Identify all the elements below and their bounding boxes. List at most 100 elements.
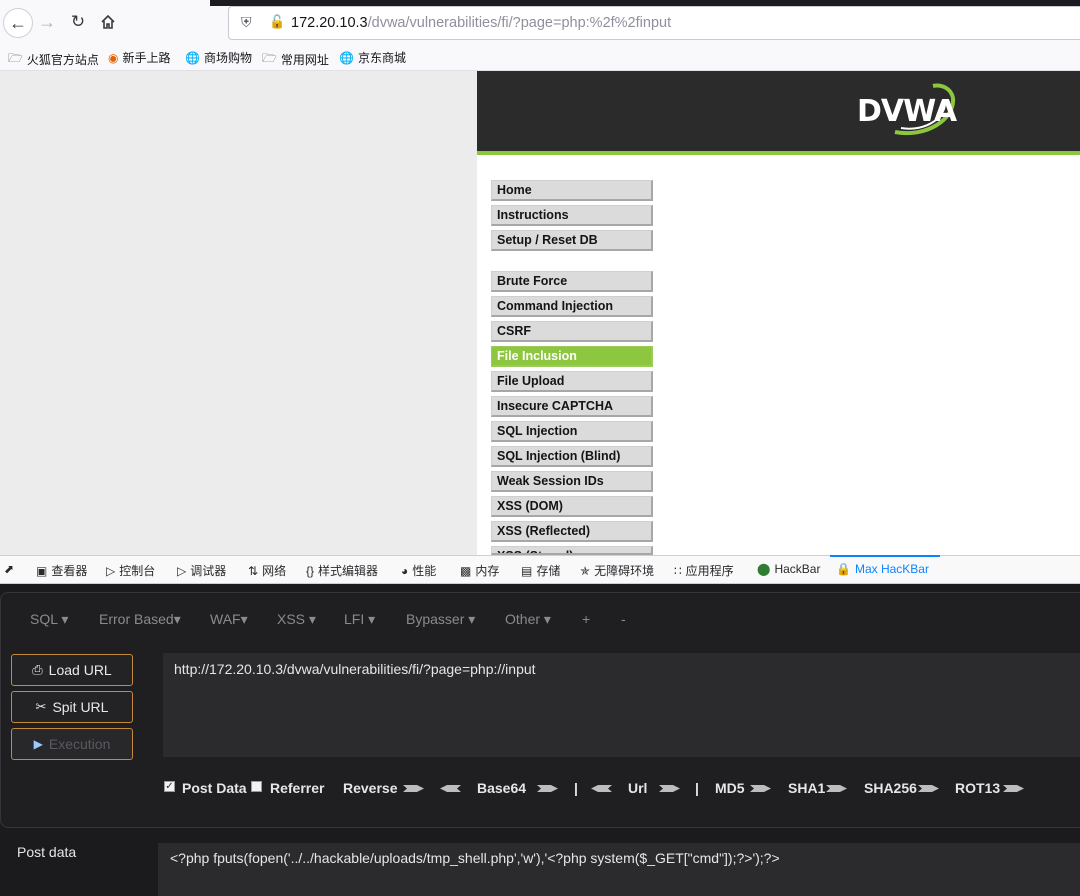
url-encode-label: Url xyxy=(628,780,648,796)
tab-hackbar[interactable]: ⬤ HackBar xyxy=(757,562,820,576)
menu-sql-injection[interactable]: SQL Injection xyxy=(491,421,653,442)
reverse-button[interactable]: Reverse xyxy=(343,780,398,796)
menu-instructions[interactable]: Instructions xyxy=(491,205,653,226)
address-bar[interactable]: ⛨ 🔓 172.20.10.3/dvwa/vulnerabilities/fi/… xyxy=(228,6,1080,40)
encode-arrow-icon[interactable] xyxy=(403,783,425,794)
tab-debugger[interactable]: ▷ 调试器 xyxy=(177,562,226,579)
dvwa-logo: DVWA xyxy=(855,80,965,144)
tab-max-hackbar[interactable]: 🔒 Max HacKBar xyxy=(836,562,929,576)
forward-arrow-icon[interactable]: → xyxy=(33,8,61,36)
printer-icon: ⎙ xyxy=(32,662,43,677)
tab-storage[interactable]: ▤ 存储 xyxy=(521,562,560,579)
shield-icon[interactable]: ⛨ xyxy=(241,14,252,31)
bookmark-item[interactable]: ◉ 新手上路 xyxy=(108,49,171,66)
sha256-arrow-icon[interactable] xyxy=(918,783,940,794)
storage-icon: ▤ xyxy=(521,563,533,578)
url-encode-icon[interactable] xyxy=(659,783,681,794)
menu-brute-force[interactable]: Brute Force xyxy=(491,271,653,292)
menu-setup-reset-db[interactable]: Setup / Reset DB xyxy=(491,230,653,251)
decode-arrow-icon[interactable] xyxy=(440,783,462,794)
menu-error-based[interactable]: Error Based▾ xyxy=(99,611,181,628)
url-path: /dvwa/vulnerabilities/fi/?page=php:%2f%2… xyxy=(367,15,672,31)
reload-icon[interactable]: ↻ xyxy=(64,8,92,36)
devtools-tabbar: ⬈ ▣ 查看器 ▷ 控制台 ▷ 调试器 ⇅ 网络 {} 样式编辑器 ◕ 性能 ▩ 内存 ▤ 存储… xyxy=(0,555,1080,584)
tab-application[interactable]: ∷ 应用程序 xyxy=(674,562,734,579)
bookmark-item[interactable]: 🗁 常用网址 xyxy=(262,49,329,70)
menu-waf[interactable]: WAF▾ xyxy=(210,611,248,628)
logo-text: DVWA xyxy=(857,94,957,129)
execution-button[interactable]: ▶ Execution xyxy=(11,728,133,760)
play-icon: ▶ xyxy=(33,737,43,751)
firefox-icon: ◉ xyxy=(108,50,119,65)
lock-icon: 🔒 xyxy=(836,562,851,576)
folder-icon: 🗁 xyxy=(262,51,277,65)
post-data-checkbox[interactable]: ✓ xyxy=(164,781,175,792)
menu-minus[interactable]: - xyxy=(621,611,626,627)
menu-command-injection[interactable]: Command Injection xyxy=(491,296,653,317)
post-data-heading: Post data xyxy=(17,844,77,860)
tab-network[interactable]: ⇅ 网络 xyxy=(248,562,286,579)
load-url-button[interactable]: ⎙ Load URL xyxy=(11,654,133,686)
menu-xss-stored[interactable]: XSS (Stored) xyxy=(491,546,653,555)
md5-arrow-icon[interactable] xyxy=(750,783,772,794)
debugger-icon: ▷ xyxy=(177,563,187,578)
tab-style-editor[interactable]: {} 样式编辑器 xyxy=(306,562,378,579)
bookmark-item[interactable]: 🌐 京东商城 xyxy=(339,49,406,66)
base64-label: Base64 xyxy=(477,780,527,796)
base64-encode-icon[interactable] xyxy=(537,783,559,794)
scissors-icon: ✂ xyxy=(35,699,47,714)
menu-file-upload[interactable]: File Upload xyxy=(491,371,653,392)
accessibility-icon: ✯ xyxy=(580,563,591,578)
element-picker-icon[interactable]: ⬈ xyxy=(4,562,14,576)
base64-decode-icon[interactable] xyxy=(591,783,613,794)
folder-icon: 🗁 xyxy=(8,51,23,65)
menu-xss-reflected[interactable]: XSS (Reflected) xyxy=(491,521,653,542)
tab-console[interactable]: ▷ 控制台 xyxy=(106,562,155,579)
braces-icon: {} xyxy=(306,563,315,578)
menu-file-inclusion[interactable]: File Inclusion xyxy=(491,346,653,367)
menu-lfi[interactable]: LFI ▾ xyxy=(344,611,375,628)
tab-inspector[interactable]: ▣ 查看器 xyxy=(36,562,87,579)
separator: | xyxy=(695,780,699,796)
tab-accessibility[interactable]: ✯ 无障碍环境 xyxy=(580,562,654,579)
insecure-lock-icon[interactable]: 🔓 xyxy=(269,14,285,30)
globe-icon: 🌐 xyxy=(185,50,200,65)
bookmark-item[interactable]: 🗁 火狐官方站点 xyxy=(8,49,99,70)
sha1-button[interactable]: SHA1 xyxy=(788,780,825,796)
menu-xss-dom[interactable]: XSS (DOM) xyxy=(491,496,653,517)
bookmark-item[interactable]: 🌐 商场购物 xyxy=(185,49,252,66)
separator: | xyxy=(574,780,578,796)
home-icon[interactable] xyxy=(94,8,122,36)
menu-weak-session-ids[interactable]: Weak Session IDs xyxy=(491,471,653,492)
referrer-checkbox[interactable] xyxy=(251,781,262,792)
menu-xss[interactable]: XSS ▾ xyxy=(277,611,316,628)
menu-plus[interactable]: + xyxy=(582,611,590,627)
split-url-button[interactable]: ✂ Spit URL xyxy=(11,691,133,723)
menu-other[interactable]: Other ▾ xyxy=(505,611,551,628)
active-tab-indicator xyxy=(830,555,940,557)
gauge-icon: ◕ xyxy=(401,563,409,578)
menu-sql[interactable]: SQL ▾ xyxy=(30,611,68,628)
bookmarks-bar: 🗁 火狐官方站点 ◉ 新手上路 🌐 商场购物 🗁 常用网址 🌐 京东商城 xyxy=(0,44,1080,71)
post-data-label[interactable]: Post Data xyxy=(182,780,247,796)
back-arrow-icon[interactable]: ← xyxy=(3,8,33,38)
referrer-label[interactable]: Referrer xyxy=(270,780,324,796)
menu-bypasser[interactable]: Bypasser ▾ xyxy=(406,611,475,628)
menu-sql-injection-blind[interactable]: SQL Injection (Blind) xyxy=(491,446,653,467)
hackbar-icon: ⬤ xyxy=(757,562,771,576)
url-text[interactable]: 172.20.10.3/dvwa/vulnerabilities/fi/?pag… xyxy=(291,15,671,31)
menu-insecure-captcha[interactable]: Insecure CAPTCHA xyxy=(491,396,653,417)
rot13-arrow-icon[interactable] xyxy=(1003,783,1025,794)
url-host: 172.20.10.3 xyxy=(291,15,368,31)
tab-performance[interactable]: ◕ 性能 xyxy=(401,562,436,579)
post-data-value[interactable]: <?php fputs(fopen('../../hackable/upload… xyxy=(170,850,780,866)
rot13-button[interactable]: ROT13 xyxy=(955,780,1000,796)
menu-home[interactable]: Home xyxy=(491,180,653,201)
page-background xyxy=(0,71,477,555)
sha1-arrow-icon[interactable] xyxy=(826,783,848,794)
sha256-button[interactable]: SHA256 xyxy=(864,780,917,796)
md5-button[interactable]: MD5 xyxy=(715,780,745,796)
tab-memory[interactable]: ▩ 内存 xyxy=(460,562,499,579)
menu-csrf[interactable]: CSRF xyxy=(491,321,653,342)
url-value[interactable]: http://172.20.10.3/dvwa/vulnerabilities/… xyxy=(174,661,536,677)
